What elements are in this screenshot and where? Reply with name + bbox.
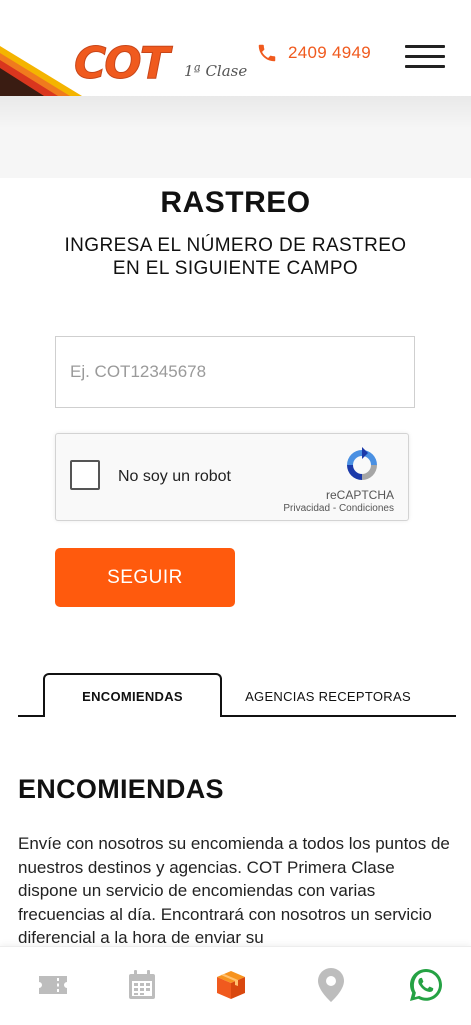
- phone-link[interactable]: 2409 4949: [256, 40, 371, 66]
- menu-line: [405, 55, 445, 58]
- tab-encomiendas[interactable]: ENCOMIENDAS: [43, 673, 222, 717]
- nav-tickets[interactable]: [33, 965, 73, 1005]
- tracking-number-input[interactable]: [55, 336, 415, 408]
- package-icon: [217, 971, 245, 999]
- page-subtitle: INGRESA EL NÚMERO DE RASTREO EN EL SIGUI…: [0, 234, 471, 280]
- nav-locations[interactable]: [311, 965, 351, 1005]
- recaptcha-brand: reCAPTCHA: [325, 488, 394, 502]
- nav-packages[interactable]: [211, 965, 251, 1005]
- hamburger-menu-button[interactable]: [405, 45, 445, 69]
- recaptcha-logo-icon: [347, 447, 377, 480]
- subtitle-line: EN EL SIGUIENTE CAMPO: [112, 258, 359, 279]
- terms-link[interactable]: Condiciones: [339, 503, 394, 514]
- subtitle-line: INGRESA EL NÚMERO DE RASTREO: [64, 235, 407, 256]
- section-text: Envíe con nosotros su encomienda a todos…: [18, 834, 450, 947]
- calendar-icon: [129, 970, 155, 999]
- banner-band: [0, 96, 471, 178]
- header: COT 1ª Clase 2409 4949: [0, 0, 471, 96]
- captcha-checkbox[interactable]: [70, 460, 100, 490]
- section-title: ENCOMIENDAS: [18, 774, 224, 804]
- logo-suffix: 1ª Clase: [184, 62, 248, 80]
- cot-logo[interactable]: COT 1ª Clase: [74, 38, 248, 90]
- privacy-link[interactable]: Privacidad: [283, 503, 330, 514]
- page-title: RASTREO: [160, 186, 311, 219]
- captcha-label: No soy un robot: [118, 468, 231, 485]
- recaptcha-widget: No soy un robot reCAPTCHA Privacidad - C…: [55, 433, 409, 521]
- phone-icon: [258, 44, 276, 62]
- link-separator: -: [330, 503, 339, 514]
- tab-agencias-receptoras[interactable]: AGENCIAS RECEPTORAS: [228, 676, 428, 716]
- ticket-icon: [39, 976, 67, 994]
- menu-line: [405, 45, 445, 48]
- logo-text: COT: [74, 38, 171, 90]
- phone-number: 2409 4949: [288, 43, 372, 62]
- nav-schedule[interactable]: [122, 965, 162, 1005]
- nav-whatsapp[interactable]: [406, 965, 446, 1005]
- submit-button[interactable]: SEGUIR: [55, 548, 235, 607]
- brand-stripes-graphic: [0, 46, 82, 96]
- bottom-navigation: [0, 946, 471, 1025]
- whatsapp-icon: [410, 969, 442, 1001]
- menu-line: [405, 65, 445, 68]
- location-pin-icon: [318, 968, 344, 1002]
- recaptcha-links: Privacidad - Condiciones: [283, 503, 394, 514]
